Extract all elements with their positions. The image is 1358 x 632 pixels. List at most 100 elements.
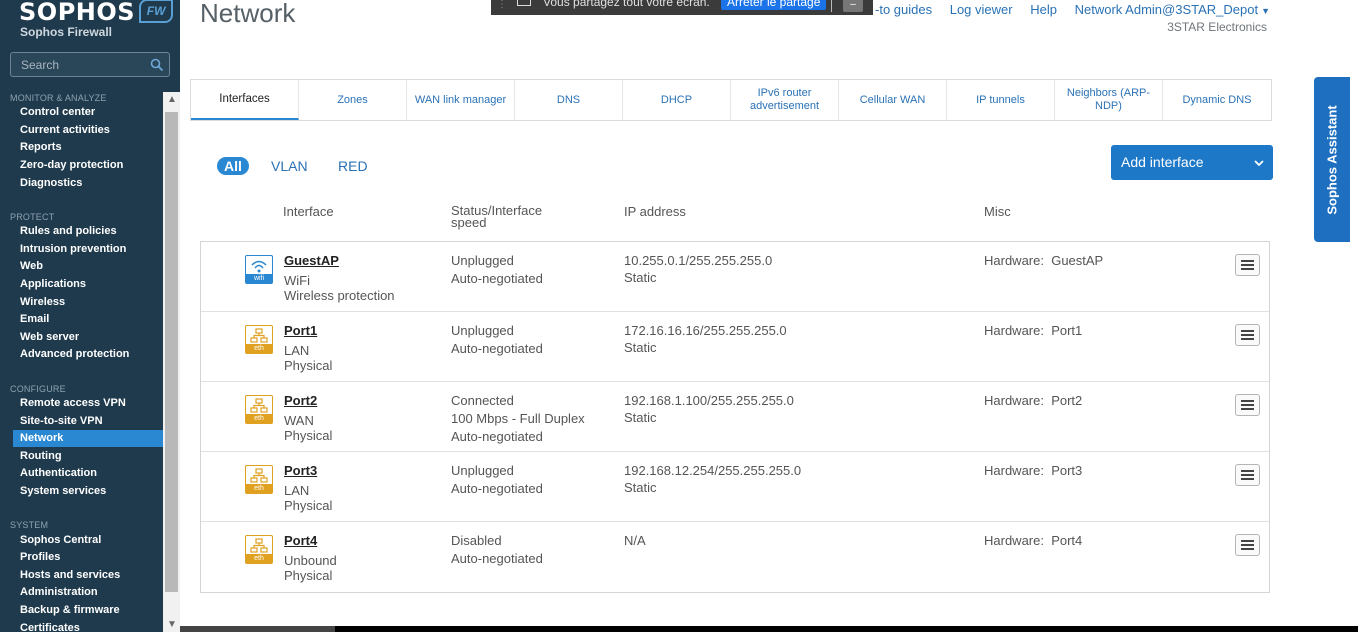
- col-ip: IP address: [624, 204, 686, 219]
- sidebar-item-routing[interactable]: Routing: [13, 448, 163, 465]
- col-interface: Interface: [283, 204, 334, 219]
- sidebar-item-network[interactable]: Network: [13, 430, 163, 447]
- interface-zone: WAN: [284, 413, 314, 428]
- tab-neighbors[interactable]: Neighbors (ARP-NDP): [1055, 80, 1163, 120]
- tab-dynamic-dns[interactable]: Dynamic DNS: [1163, 80, 1271, 120]
- interface-zone: Unbound: [284, 553, 337, 568]
- filter-all[interactable]: All: [217, 157, 249, 175]
- interface-name-link[interactable]: Port4: [284, 533, 317, 548]
- sidebar-item-system-services[interactable]: System services: [13, 483, 163, 500]
- row-menu-button[interactable]: [1235, 324, 1260, 346]
- tab-dns[interactable]: DNS: [515, 80, 623, 120]
- table-row: wifi GuestAP WiFi Wireless protection Un…: [201, 242, 1269, 312]
- add-interface-label: Add interface: [1121, 154, 1204, 170]
- row-menu-button[interactable]: [1235, 534, 1260, 556]
- misc-hardware: Hardware: Port3: [984, 463, 1082, 478]
- sophos-assistant-tab[interactable]: Sophos Assistant: [1314, 77, 1350, 242]
- sidebar-item-backup[interactable]: Backup & firmware: [13, 602, 163, 619]
- stop-sharing-button[interactable]: Arrêter le partage: [721, 0, 827, 10]
- sidebar-item-profiles[interactable]: Profiles: [13, 549, 163, 566]
- ethernet-icon: eth: [245, 395, 273, 424]
- interface-name-link[interactable]: Port1: [284, 323, 317, 338]
- sidebar-item-administration[interactable]: Administration: [13, 584, 163, 601]
- page-title: Network: [200, 0, 296, 28]
- sidebar-item-email[interactable]: Email: [13, 311, 163, 328]
- screenshare-message: Vous partagez tout votre écran.: [543, 0, 710, 9]
- help-link[interactable]: Help: [1030, 2, 1057, 17]
- misc-value: Port4: [1051, 533, 1083, 548]
- sidebar-item-zero-day[interactable]: Zero-day protection: [13, 157, 163, 174]
- sidebar-item-diagnostics[interactable]: Diagnostics: [13, 175, 163, 192]
- interface-type: Wireless protection: [284, 288, 395, 303]
- status: Unplugged: [451, 463, 514, 478]
- sidebar-item-applications[interactable]: Applications: [13, 276, 163, 293]
- row-menu-button[interactable]: [1235, 464, 1260, 486]
- search-box: [10, 52, 170, 77]
- sidebar-item-hosts[interactable]: Hosts and services: [13, 567, 163, 584]
- fw-badge: FW: [139, 0, 174, 23]
- sidebar-item-site-vpn[interactable]: Site-to-site VPN: [13, 413, 163, 430]
- sidebar-item-authentication[interactable]: Authentication: [13, 465, 163, 482]
- sidebar-item-reports[interactable]: Reports: [13, 139, 163, 156]
- ethernet-icon: eth: [245, 465, 273, 494]
- ip-address: N/A: [624, 533, 646, 548]
- sidebar-item-certificates[interactable]: Certificates: [13, 620, 163, 632]
- status: Unplugged: [451, 253, 514, 268]
- bottom-bar: [180, 626, 1358, 632]
- sidebar-item-wireless[interactable]: Wireless: [13, 294, 163, 311]
- table-row: eth Port4 Unbound Physical Disabled Auto…: [201, 522, 1269, 592]
- speed: Auto-negotiated: [451, 551, 543, 566]
- tab-ipv6-router-advertisement[interactable]: IPv6 router advertisement: [731, 80, 839, 120]
- misc-value: Port2: [1051, 393, 1083, 408]
- add-interface-button[interactable]: Add interface: [1111, 145, 1273, 180]
- assistant-label: Sophos Assistant: [1324, 104, 1340, 215]
- sidebar-scrollbar[interactable]: ▲ ▼: [163, 92, 180, 632]
- interface-zone: LAN: [284, 483, 310, 498]
- interface-name-link[interactable]: GuestAP: [284, 253, 339, 268]
- misc-hardware: Hardware: Port4: [984, 533, 1082, 548]
- sidebar-item-remote-vpn[interactable]: Remote access VPN: [13, 395, 163, 412]
- sidebar-item-web[interactable]: Web: [13, 258, 163, 275]
- sidebar-item-control-center[interactable]: Control center: [13, 104, 163, 121]
- sidebar-item-advanced-protection[interactable]: Advanced protection: [13, 346, 163, 363]
- sidebar-item-ips[interactable]: Intrusion prevention: [13, 241, 163, 258]
- drag-grip-icon[interactable]: ⋮: [497, 0, 507, 10]
- sidebar-item-current-activities[interactable]: Current activities: [13, 122, 163, 139]
- row-menu-button[interactable]: [1235, 394, 1260, 416]
- misc-value: Port3: [1051, 463, 1083, 478]
- tab-wan-link-manager[interactable]: WAN link manager: [407, 80, 515, 120]
- misc-label: Hardware:: [984, 323, 1044, 338]
- ip-address: 192.168.12.254/255.255.255.0: [624, 463, 802, 478]
- filter-vlan[interactable]: VLAN: [271, 157, 308, 175]
- interface-type: Physical: [284, 498, 333, 513]
- row-menu-button[interactable]: [1235, 254, 1260, 276]
- interface-zone: LAN: [284, 343, 310, 358]
- sidebar-item-sophos-central[interactable]: Sophos Central: [13, 532, 163, 549]
- ip-mode: Static: [624, 270, 657, 285]
- interface-name-link[interactable]: Port2: [284, 393, 317, 408]
- scroll-down-icon[interactable]: ▼: [167, 619, 177, 630]
- filter-red[interactable]: RED: [338, 157, 368, 175]
- sidebar-item-web-server[interactable]: Web server: [13, 329, 163, 346]
- tab-ip-tunnels[interactable]: IP tunnels: [947, 80, 1055, 120]
- speed: Auto-negotiated: [451, 481, 543, 496]
- howto-guides-link[interactable]: -to guides: [875, 2, 932, 17]
- user-menu[interactable]: Network Admin@3STAR_Depot ▼: [1075, 2, 1270, 17]
- tab-dhcp[interactable]: DHCP: [623, 80, 731, 120]
- sidebar-item-rules[interactable]: Rules and policies: [13, 223, 163, 240]
- ip-address: 10.255.0.1/255.255.255.0: [624, 253, 773, 268]
- tab-cellular-wan[interactable]: Cellular WAN: [839, 80, 947, 120]
- search-input[interactable]: [11, 53, 149, 76]
- table-row: eth Port3 LAN Physical Unplugged Auto-ne…: [201, 452, 1269, 522]
- interface-zone: WiFi: [284, 273, 310, 288]
- tab-interfaces[interactable]: Interfaces: [191, 80, 299, 120]
- search-icon[interactable]: [150, 58, 164, 72]
- log-viewer-link[interactable]: Log viewer: [950, 2, 1013, 17]
- minimize-icon[interactable]: –: [843, 0, 863, 12]
- interface-name-link[interactable]: Port3: [284, 463, 317, 478]
- top-links: -to guides Log viewer Help Network Admin…: [861, 2, 1270, 17]
- scroll-thumb[interactable]: [165, 112, 178, 592]
- tab-zones[interactable]: Zones: [299, 80, 407, 120]
- scroll-up-icon[interactable]: ▲: [167, 94, 177, 105]
- ip-address: 192.168.1.100/255.255.255.0: [624, 393, 794, 408]
